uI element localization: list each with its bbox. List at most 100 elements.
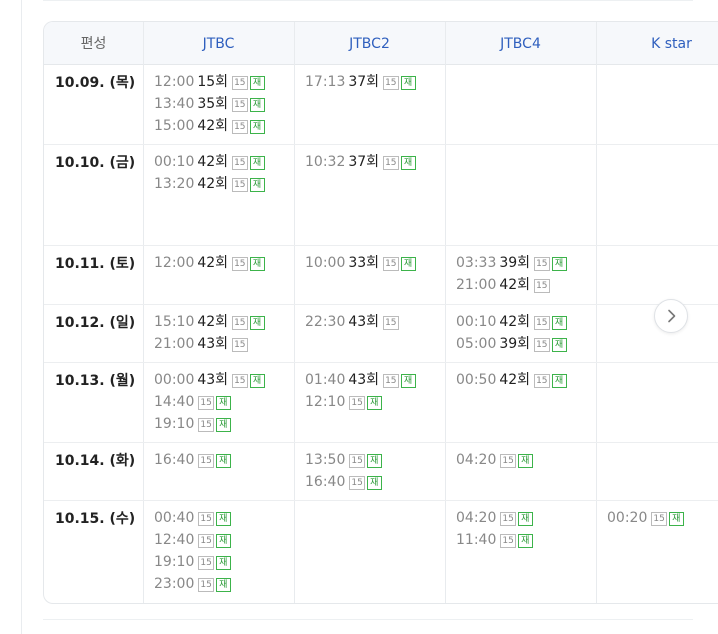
rerun-badge: 재 [400, 76, 416, 90]
rerun-badge: 재 [249, 316, 265, 330]
broadcast-entry[interactable]: 16:40 15 재 [154, 449, 231, 471]
age-rating-badge: 15 [383, 257, 399, 271]
broadcast-entry[interactable]: 10:32 37회 15 재 [305, 151, 416, 173]
rerun-badge: 재 [551, 374, 567, 388]
broadcast-entry[interactable]: 19:10 15 재 [154, 551, 231, 573]
age-rating-badge: 15 [383, 374, 399, 388]
row-divider [44, 304, 718, 305]
broadcast-entry[interactable]: 00:10 42회 15 재 [456, 311, 567, 333]
air-time: 10:00 [305, 255, 346, 271]
broadcast-entry[interactable]: 15:00 42회 15 재 [154, 115, 265, 137]
age-rating-badge: 15 [232, 178, 248, 192]
rerun-badge: 재 [215, 578, 231, 592]
schedule-cell-jtbc2: 22:30 43회 15 [305, 311, 399, 333]
air-time: 16:40 [305, 474, 346, 490]
schedule-cell-jtbc: 15:10 42회 15 재 21:00 43회 15 [154, 311, 265, 355]
air-time: 11:40 [456, 532, 497, 548]
broadcast-entry[interactable]: 10:00 33회 15 재 [305, 252, 416, 274]
age-rating-badge: 15 [500, 512, 516, 526]
broadcast-entry[interactable]: 12:00 15회 15 재 [154, 71, 265, 93]
rerun-badge: 재 [551, 257, 567, 271]
rerun-badge: 재 [249, 76, 265, 90]
air-time: 12:00 [154, 74, 195, 90]
rerun-badge: 재 [249, 98, 265, 112]
age-rating-badge: 15 [534, 279, 550, 293]
broadcast-entry[interactable]: 00:50 42회 15 재 [456, 369, 567, 391]
age-rating-badge: 15 [651, 512, 667, 526]
rerun-badge: 재 [215, 512, 231, 526]
episode-number: 39회 [499, 255, 531, 271]
broadcast-entry[interactable]: 16:40 15 재 [305, 471, 382, 493]
rerun-badge: 재 [366, 454, 382, 468]
broadcast-entry[interactable]: 00:40 15 재 [154, 507, 231, 529]
age-rating-badge: 15 [349, 396, 365, 410]
channel-tab-jtbc2[interactable]: JTBC2 [294, 22, 445, 64]
schedule-cell-jtbc2: 17:13 37회 15 재 [305, 71, 416, 93]
chevron-right-icon [668, 309, 676, 323]
schedule-cell-jtbc: 16:40 15 재 [154, 449, 231, 471]
age-rating-badge: 15 [232, 316, 248, 330]
broadcast-entry[interactable]: 04:20 15 재 [456, 507, 533, 529]
age-rating-badge: 15 [383, 316, 399, 330]
age-rating-badge: 15 [534, 316, 550, 330]
air-time: 04:20 [456, 510, 497, 526]
air-time: 13:50 [305, 452, 346, 468]
broadcast-entry[interactable]: 04:20 15 재 [456, 449, 533, 471]
air-time: 21:00 [154, 336, 195, 352]
broadcast-entry[interactable]: 19:10 15 재 [154, 413, 265, 435]
rerun-badge: 재 [400, 257, 416, 271]
schedule-cell-jtbc2: 10:00 33회 15 재 [305, 252, 416, 274]
age-rating-badge: 15 [232, 257, 248, 271]
next-page-button[interactable] [654, 299, 688, 333]
broadcast-entry[interactable]: 13:50 15 재 [305, 449, 382, 471]
row-divider [44, 245, 718, 246]
broadcast-entry[interactable]: 23:00 15 재 [154, 573, 231, 595]
broadcast-entry[interactable]: 21:00 42회 15 [456, 274, 567, 296]
episode-number: 43회 [197, 336, 229, 352]
schedule-date: 10.11. (토) [55, 256, 136, 272]
schedule-cell-kstar: 00:20 15 재 [607, 507, 684, 529]
broadcast-schedule-table: 편성 JTBC JTBC2 JTBC4 K star 10.09. (목) 12:… [43, 21, 718, 604]
episode-number: 33회 [348, 255, 380, 271]
air-time: 13:20 [154, 176, 195, 192]
episode-number: 42회 [499, 277, 531, 293]
schedule-cell-jtbc4: 00:50 42회 15 재 [456, 369, 567, 391]
broadcast-entry[interactable]: 01:40 43회 15 재 [305, 369, 416, 391]
broadcast-entry[interactable]: 12:00 42회 15 재 [154, 252, 265, 274]
rerun-badge: 재 [215, 454, 231, 468]
air-time: 17:13 [305, 74, 346, 90]
schedule-date: 10.12. (일) [55, 315, 136, 331]
age-rating-badge: 15 [534, 338, 550, 352]
air-time: 12:10 [305, 394, 346, 410]
schedule-cell-jtbc4: 04:20 15 재 [456, 449, 533, 471]
broadcast-entry[interactable]: 22:30 43회 15 [305, 311, 399, 333]
broadcast-entry[interactable]: 03:33 39회 15 재 [456, 252, 567, 274]
broadcast-entry[interactable]: 15:10 42회 15 재 [154, 311, 265, 333]
broadcast-entry[interactable]: 12:40 15 재 [154, 529, 231, 551]
broadcast-entry[interactable]: 12:10 15 재 [305, 391, 416, 413]
broadcast-entry[interactable]: 00:20 15 재 [607, 507, 684, 529]
broadcast-entry[interactable]: 17:13 37회 15 재 [305, 71, 416, 93]
schedule-cell-jtbc4: 03:33 39회 15 재 21:00 42회 15 [456, 252, 567, 296]
broadcast-entry[interactable]: 00:00 43회 15 재 [154, 369, 265, 391]
page-divider-bottom [43, 619, 693, 620]
schedule-date: 10.15. (수) [55, 511, 136, 527]
channel-tab-kstar[interactable]: K star [596, 22, 718, 64]
age-rating-badge: 15 [232, 98, 248, 112]
table-header: 편성 JTBC JTBC2 JTBC4 K star [44, 22, 718, 65]
schedule-cell-jtbc: 00:40 15 재 12:40 15 재 19:10 15 재 23:00 15 재 [154, 507, 231, 595]
broadcast-entry[interactable]: 13:20 42회 15 재 [154, 173, 265, 195]
column-divider [596, 22, 597, 603]
schedule-cell-jtbc: 00:00 43회 15 재 14:40 15 재 19:10 15 재 [154, 369, 265, 435]
broadcast-entry[interactable]: 00:10 42회 15 재 [154, 151, 265, 173]
channel-tab-jtbc4[interactable]: JTBC4 [445, 22, 596, 64]
broadcast-entry[interactable]: 14:40 15 재 [154, 391, 265, 413]
broadcast-entry[interactable]: 21:00 43회 15 [154, 333, 265, 355]
air-time: 01:40 [305, 372, 346, 388]
air-time: 19:10 [154, 554, 195, 570]
row-divider [44, 442, 718, 443]
broadcast-entry[interactable]: 05:00 39회 15 재 [456, 333, 567, 355]
channel-tab-jtbc[interactable]: JTBC [143, 22, 294, 64]
broadcast-entry[interactable]: 11:40 15 재 [456, 529, 533, 551]
broadcast-entry[interactable]: 13:40 35회 15 재 [154, 93, 265, 115]
